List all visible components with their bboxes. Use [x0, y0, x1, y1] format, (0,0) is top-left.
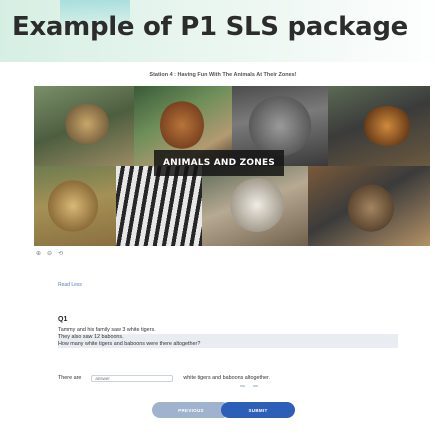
tile-cheetah[interactable]: [34, 166, 116, 246]
baboon-shape: [348, 184, 394, 232]
question-line: Tammy and his family saw 3 white tigers.: [58, 327, 156, 333]
answer-suffix: white tigers and baboons altogether.: [183, 375, 270, 381]
tiger-shape: [362, 106, 412, 146]
station-caption: Station 4 : Having Fun With The Animals …: [149, 72, 297, 78]
answer-input[interactable]: [91, 374, 174, 382]
question-line: They also saw 12 baboons.: [58, 334, 398, 341]
question-label: Q1: [58, 316, 68, 323]
answer-prefix: There are: [58, 375, 82, 381]
tile-lion[interactable]: [34, 86, 134, 166]
answer-hint-dots: [240, 385, 258, 387]
tile-baboons[interactable]: [308, 166, 430, 246]
white-tiger-shape: [230, 178, 284, 232]
orangutan-shape: [160, 100, 204, 150]
hint-dot: [240, 385, 245, 387]
slide-screenshot: Station 4 : Having Fun With The Animals …: [14, 62, 432, 426]
tile-sumatran-tiger[interactable]: [328, 86, 430, 166]
zoom-in-icon[interactable]: ⊕: [36, 250, 41, 257]
zoom-out-icon[interactable]: ⊖: [47, 250, 52, 257]
rotate-icon[interactable]: ⟲: [58, 250, 63, 257]
cheetah-shape: [48, 180, 98, 232]
page-title: Example of P1 SLS package: [12, 12, 409, 42]
tile-white-tiger[interactable]: [202, 166, 308, 246]
lion-shape: [64, 104, 110, 144]
banner-label: ANIMALS AND ZONES: [154, 150, 284, 176]
tile-zebra[interactable]: [116, 166, 202, 246]
question-line: How many white tigers and baboons were t…: [58, 341, 398, 348]
previous-button[interactable]: PREVIOUS: [152, 402, 230, 418]
submit-button[interactable]: SUBMIT: [221, 402, 295, 418]
zoom-controls: ⊕ ⊖ ⟲: [36, 250, 63, 257]
animal-banner: ANIMALS AND ZONES: [34, 86, 430, 246]
read-less-link[interactable]: Read Less: [58, 282, 82, 288]
question-text: Tammy and his family saw 3 white tigers.…: [58, 327, 398, 348]
hint-dot: [253, 385, 258, 387]
answer-row: There are white tigers and baboons altog…: [58, 372, 398, 384]
elephant-shape: [248, 96, 312, 156]
